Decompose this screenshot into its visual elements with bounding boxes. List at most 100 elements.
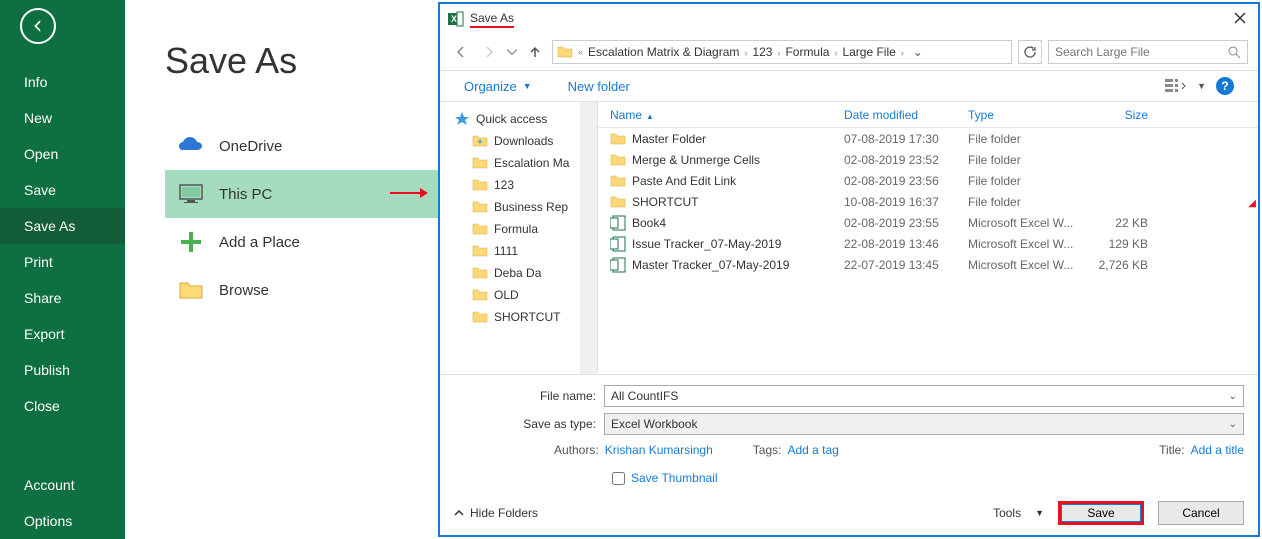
onedrive-icon [177,132,205,160]
file-row[interactable]: XBook402-08-2019 23:55Microsoft Excel W.… [598,212,1258,233]
authors-value[interactable]: Krishan Kumarsingh [605,443,713,457]
chevron-down-icon[interactable]: ⌄ [909,45,927,59]
toolbar: Organize▼ New folder ▼ ? [440,70,1258,102]
chevron-down-icon[interactable]: ⌄ [1229,419,1237,430]
column-type[interactable]: Type [968,108,1088,122]
column-name[interactable]: Name▲ [598,108,844,122]
sidebar-item-export[interactable]: Export [0,316,125,352]
location-onedrive[interactable]: OneDrive [165,122,440,170]
excel-icon: X [448,11,464,27]
add-icon [177,228,205,256]
save-button[interactable]: Save [1058,501,1144,525]
dialog-footer: File name: All CountIFS ⌄ Save as type: … [440,374,1258,495]
filename-input[interactable]: All CountIFS ⌄ [604,385,1244,407]
column-date[interactable]: Date modified [844,108,968,122]
file-row[interactable]: Merge & Unmerge Cells02-08-2019 23:52Fil… [598,149,1258,170]
breadcrumb-segment[interactable]: 123 [752,45,772,59]
location-browse[interactable]: Browse [165,266,440,314]
nav-back-button[interactable] [450,41,472,63]
breadcrumb-segment[interactable]: Escalation Matrix & Diagram [588,45,739,59]
breadcrumb-segment[interactable]: Formula [785,45,829,59]
folder-icon [610,194,626,210]
marker-icon: ◢ [1248,198,1256,209]
new-folder-button[interactable]: New folder [568,79,630,94]
navigation-bar: « Escalation Matrix & Diagram›123›Formul… [440,34,1258,70]
organize-menu[interactable]: Organize [464,79,517,94]
tree-item[interactable]: OLD [454,284,597,306]
search-box[interactable] [1048,40,1248,64]
nav-forward-button[interactable] [478,41,500,63]
location-label: OneDrive [219,138,282,155]
tree-item[interactable]: Deba Da [454,262,597,284]
folder-icon [472,309,488,325]
sidebar-item-close[interactable]: Close [0,388,125,424]
file-row[interactable]: XIssue Tracker_07-May-201922-08-2019 13:… [598,233,1258,254]
tree-scrollbar[interactable] [580,102,597,374]
breadcrumb[interactable]: « Escalation Matrix & Diagram›123›Formul… [552,40,1012,64]
column-size[interactable]: Size [1088,108,1168,122]
close-button[interactable] [1230,8,1250,31]
tree-item[interactable]: 1111 [454,240,597,262]
folder-dl-icon [472,133,488,149]
tags-value[interactable]: Add a tag [787,443,838,457]
tree-item[interactable]: Formula [454,218,597,240]
nav-history-button[interactable] [506,41,518,63]
save-thumbnail-checkbox[interactable] [612,472,625,485]
backstage-sidebar: InfoNewOpenSaveSave AsPrintShareExportPu… [0,0,125,539]
title-value[interactable]: Add a title [1191,443,1244,457]
folder-icon [610,131,626,147]
sidebar-item-account[interactable]: Account [0,467,125,503]
back-button[interactable] [20,8,56,44]
sidebar-item-new[interactable]: New [0,100,125,136]
savetype-select[interactable]: Excel Workbook ⌄ [604,413,1244,435]
location-this-pc[interactable]: This PC [165,170,440,218]
tree-item[interactable]: Quick access [454,108,597,130]
file-row[interactable]: XMaster Tracker_07-May-201922-07-2019 13… [598,254,1258,275]
help-button[interactable]: ? [1216,77,1234,95]
folder-icon [610,173,626,189]
search-input[interactable] [1055,45,1228,59]
sidebar-item-options[interactable]: Options [0,503,125,539]
sidebar-item-print[interactable]: Print [0,244,125,280]
title-label: Title: [1159,443,1185,457]
svg-text:X: X [612,219,618,228]
tools-menu[interactable]: Tools [993,506,1021,520]
filename-label: File name: [454,389,604,403]
sidebar-item-save[interactable]: Save [0,172,125,208]
tree-item[interactable]: SHORTCUT [454,306,597,328]
dialog-titlebar: X Save As [440,4,1258,34]
sidebar-item-info[interactable]: Info [0,64,125,100]
sidebar-item-open[interactable]: Open [0,136,125,172]
save-thumbnail-label[interactable]: Save Thumbnail [631,471,718,485]
tree-item[interactable]: Downloads [454,130,597,152]
hide-folders-button[interactable]: Hide Folders [454,506,538,520]
tree-item[interactable]: Escalation Ma [454,152,597,174]
tree-item[interactable]: Business Rep [454,196,597,218]
pc-icon [177,180,205,208]
dialog-title: Save As [470,11,514,28]
nav-up-button[interactable] [524,41,546,63]
star-icon [454,111,470,127]
location-label: Browse [219,282,269,299]
file-list-header[interactable]: Name▲ Date modified Type Size [598,102,1258,128]
breadcrumb-segment[interactable]: Large File [842,45,895,59]
refresh-icon [1023,45,1037,59]
sidebar-item-save-as[interactable]: Save As [0,208,125,244]
save-as-panel: Save As OneDriveThis PCAdd a PlaceBrowse [125,0,440,539]
chevron-down-icon[interactable]: ⌄ [1229,391,1237,402]
sidebar-item-share[interactable]: Share [0,280,125,316]
excel-icon: X [610,236,626,252]
location-add-a-place[interactable]: Add a Place [165,218,440,266]
sidebar-item-publish[interactable]: Publish [0,352,125,388]
refresh-button[interactable] [1018,40,1042,64]
tree-item[interactable]: 123 [454,174,597,196]
excel-icon: X [610,257,626,273]
view-options-button[interactable] [1165,78,1187,94]
arrow-right-icon [390,186,430,203]
file-row[interactable]: Paste And Edit Link02-08-2019 23:56File … [598,170,1258,191]
svg-text:X: X [612,261,618,270]
location-label: Add a Place [219,234,300,251]
file-row[interactable]: Master Folder07-08-2019 17:30File folder [598,128,1258,149]
cancel-button[interactable]: Cancel [1158,501,1244,525]
file-row[interactable]: SHORTCUT10-08-2019 16:37File folder [598,191,1258,212]
